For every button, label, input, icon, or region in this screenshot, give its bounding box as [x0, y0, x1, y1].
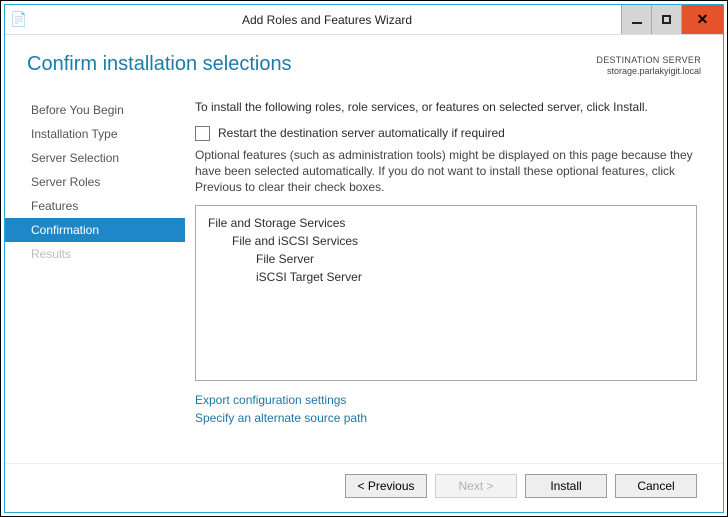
- title-bar: 📄 Add Roles and Features Wizard ✕: [5, 5, 723, 35]
- nav-server-selection[interactable]: Server Selection: [5, 146, 185, 170]
- alternate-source-link[interactable]: Specify an alternate source path: [195, 409, 697, 427]
- restart-checkbox-label: Restart the destination server automatic…: [218, 126, 505, 140]
- destination-name: storage.parlakyigit.local: [596, 66, 701, 77]
- next-button: Next >: [435, 474, 517, 498]
- close-button[interactable]: ✕: [681, 5, 723, 34]
- previous-button[interactable]: < Previous: [345, 474, 427, 498]
- nav-results: Results: [5, 242, 185, 266]
- nav-server-roles[interactable]: Server Roles: [5, 170, 185, 194]
- selection-item: File and iSCSI Services: [202, 232, 690, 250]
- minimize-button[interactable]: [621, 5, 651, 34]
- nav-confirmation[interactable]: Confirmation: [5, 218, 185, 242]
- maximize-button[interactable]: [651, 5, 681, 34]
- nav-installation-type[interactable]: Installation Type: [5, 122, 185, 146]
- cancel-button[interactable]: Cancel: [615, 474, 697, 498]
- selections-list: File and Storage Services File and iSCSI…: [195, 205, 697, 381]
- export-settings-link[interactable]: Export configuration settings: [195, 391, 697, 409]
- instruction-text: To install the following roles, role ser…: [195, 100, 697, 114]
- window-title: Add Roles and Features Wizard: [242, 13, 412, 27]
- wizard-nav: Before You Begin Installation Type Serve…: [5, 90, 185, 464]
- destination-server-info: DESTINATION SERVER storage.parlakyigit.l…: [596, 55, 701, 78]
- selection-item: File Server: [202, 250, 690, 268]
- optional-features-note: Optional features (such as administratio…: [195, 147, 697, 196]
- selection-item: File and Storage Services: [202, 214, 690, 232]
- window-icon: 📄: [5, 5, 33, 34]
- install-button[interactable]: Install: [525, 474, 607, 498]
- restart-checkbox[interactable]: [195, 126, 210, 141]
- nav-before-you-begin[interactable]: Before You Begin: [5, 98, 185, 122]
- destination-label: DESTINATION SERVER: [596, 55, 701, 66]
- selection-item: iSCSI Target Server: [202, 268, 690, 286]
- page-title: Confirm installation selections: [27, 53, 292, 76]
- nav-features[interactable]: Features: [5, 194, 185, 218]
